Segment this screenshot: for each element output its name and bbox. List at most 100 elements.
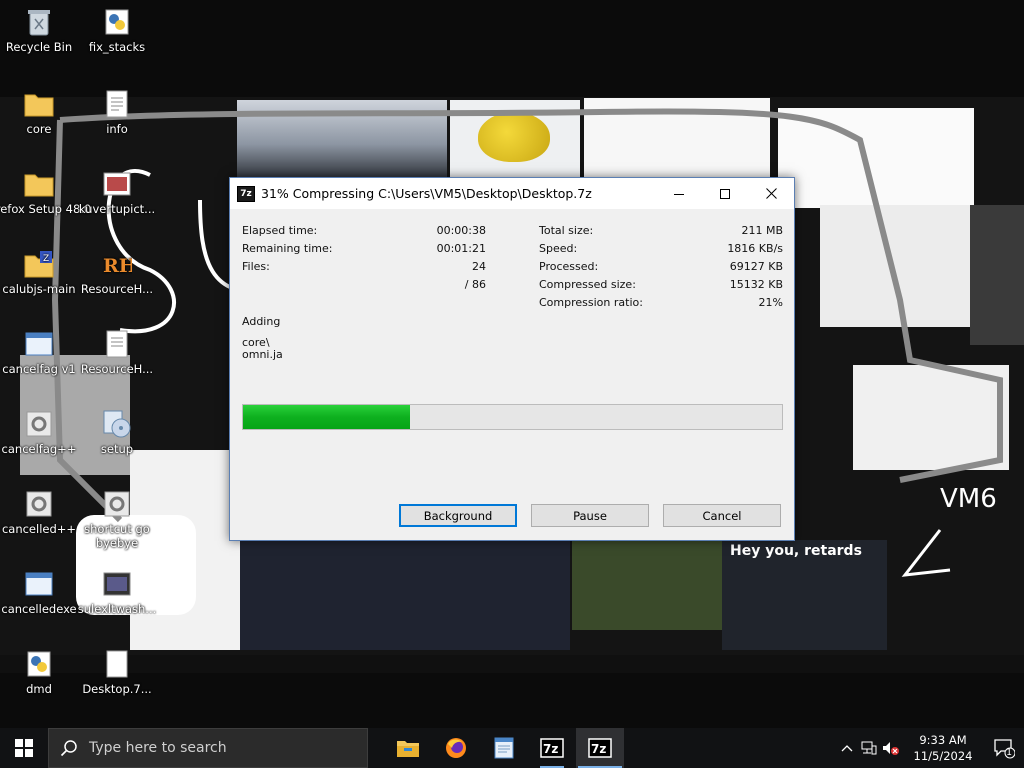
desktop-icon-label: cancelfag++ [1, 442, 77, 456]
windows-logo-icon [15, 739, 33, 757]
desktop-icon-resourcehacker-2[interactable]: ResourceH... [79, 328, 155, 376]
desktop-icon-desktop-7z[interactable]: Desktop.7... [79, 648, 155, 696]
remaining-time-value: 00:01:21 [436, 242, 486, 255]
desktop-icon-cancelfag-plus[interactable]: cancelfag++ [1, 408, 77, 456]
svg-text:7z: 7z [543, 742, 558, 756]
taskbar-file-explorer[interactable] [384, 728, 432, 768]
background-button[interactable]: Background [399, 504, 517, 527]
taskbar-clock[interactable]: 9:33 AM 11/5/2024 [902, 732, 984, 764]
desktop-icon-label: ResourceH... [80, 282, 154, 296]
svg-text:RH: RH [103, 255, 132, 276]
volume-muted-icon [883, 742, 899, 755]
processed-value: 69127 KB [729, 260, 783, 273]
svg-text:7z: 7z [591, 742, 606, 756]
desktop-icon-label: cancelledexe [1, 602, 77, 616]
desktop-icon-sulexltwash[interactable]: sulexltwash... [77, 568, 157, 616]
minimize-button[interactable] [656, 178, 702, 209]
gear-app-icon [23, 488, 55, 520]
dialog-body: Elapsed time: 00:00:38 Remaining time: 0… [230, 209, 794, 540]
setup-disc-icon [101, 408, 133, 440]
taskbar-7zip[interactable]: 7z [528, 728, 576, 768]
status-label: Adding [242, 315, 281, 328]
maximize-icon [720, 188, 730, 199]
wallpaper-vm6-text: VM6 [940, 484, 997, 514]
desktop-icon-resourcehacker[interactable]: RH ResourceH... [79, 248, 155, 296]
files-total-value: / 86 [464, 278, 486, 291]
desktop-icon-cancelfag-v1[interactable]: cancelfag v1 [1, 328, 77, 376]
desktop-icon-label: cancelled++ [1, 522, 77, 536]
notepad-icon [494, 737, 514, 759]
desktop-icon-fix-stacks[interactable]: fix_stacks [79, 6, 155, 54]
desktop-icon-calubjs-main[interactable]: Z calubjs-main [1, 248, 77, 296]
python-file-icon [23, 648, 55, 680]
image-file-icon [101, 568, 133, 600]
tray-network[interactable] [858, 741, 880, 755]
chevron-up-icon [841, 745, 853, 752]
wallpaper-hey-text: Hey you, retards [730, 543, 862, 559]
taskbar-notepad[interactable] [480, 728, 528, 768]
compression-ratio-value: 21% [758, 296, 783, 309]
desktop-icon-label: ResourceH... [80, 362, 154, 376]
taskbar-7zip-active[interactable]: 7z [576, 728, 624, 768]
desktop-icon-label: shortcut go byebye [84, 522, 150, 550]
desktop-icon-firefox-setup[interactable]: Firefox Setup 48.0 [0, 168, 91, 216]
desktop-icon-recycle-bin[interactable]: Recycle Bin [1, 6, 77, 54]
desktop-icon-label: Recycle Bin [5, 40, 73, 54]
desktop-icon-label: sulexltwash... [77, 602, 157, 616]
desktop-icon-label: core [26, 122, 52, 136]
window-app-icon [23, 568, 55, 600]
folder-icon [23, 88, 55, 120]
text-file-icon [101, 88, 133, 120]
tray-volume[interactable] [880, 741, 902, 755]
desktop-icon-cancelledexe[interactable]: cancelledexe [1, 568, 77, 616]
processed-label: Processed: [539, 260, 599, 273]
taskbar-firefox[interactable] [432, 728, 480, 768]
compressed-size-label: Compressed size: [539, 278, 636, 291]
desktop-icon-label: cancelfag v1 [2, 362, 76, 376]
compress-progress-dialog: 7z 31% Compressing C:\Users\VM5\Desktop\… [229, 177, 795, 541]
desktop-icon-label: info [106, 122, 128, 136]
compressed-size-value: 15132 KB [729, 278, 783, 291]
desktop-icon-info[interactable]: info [79, 88, 155, 136]
firefox-icon [446, 738, 466, 758]
compression-progress-bar [242, 404, 783, 430]
current-file: omni.ja [242, 348, 283, 361]
desktop-icon-core[interactable]: core [1, 88, 77, 136]
text-file-icon [101, 328, 133, 360]
files-value: 24 [472, 260, 486, 273]
maximize-button[interactable] [702, 178, 748, 209]
recycle-bin-icon [23, 6, 55, 38]
tray-overflow-button[interactable] [836, 744, 858, 752]
search-placeholder: Type here to search [89, 740, 227, 756]
network-icon [861, 741, 877, 755]
cancel-button[interactable]: Cancel [663, 504, 781, 527]
compression-ratio-label: Compression ratio: [539, 296, 643, 309]
7zip-icon: 7z [540, 738, 564, 758]
image-file-icon [101, 168, 133, 200]
desktop-icon-kuvertupict[interactable]: kuvertupict... [79, 168, 155, 216]
close-icon [765, 188, 777, 199]
gear-app-icon [101, 488, 133, 520]
desktop-icon-dmd[interactable]: dmd [1, 648, 77, 696]
minimize-icon [674, 193, 684, 195]
search-icon [49, 739, 89, 757]
7zip-app-icon: 7z [237, 185, 255, 202]
action-center-button[interactable]: 1 [984, 737, 1024, 759]
desktop-icon-label: setup [100, 442, 134, 456]
desktop-icon-cancelled-plus[interactable]: cancelled++ [1, 488, 77, 536]
taskbar-search-box[interactable]: Type here to search [48, 728, 368, 768]
pause-button[interactable]: Pause [531, 504, 649, 527]
desktop-icon-setup[interactable]: setup [79, 408, 155, 456]
start-button[interactable] [0, 728, 48, 768]
clock-time: 9:33 AM [919, 733, 967, 747]
desktop-icon-label: dmd [26, 682, 52, 696]
speed-label: Speed: [539, 242, 578, 255]
dialog-titlebar[interactable]: 7z 31% Compressing C:\Users\VM5\Desktop\… [230, 178, 794, 209]
window-app-icon [23, 328, 55, 360]
desktop-icon-label: calubjs-main [2, 282, 76, 296]
close-button[interactable] [748, 178, 794, 209]
notification-count: 1 [1006, 748, 1012, 758]
file-explorer-icon [397, 741, 419, 757]
desktop-icon-label: kuvertupict... [78, 202, 156, 216]
desktop-icon-shortcut-go-byebye[interactable]: shortcut go byebye [79, 488, 155, 550]
